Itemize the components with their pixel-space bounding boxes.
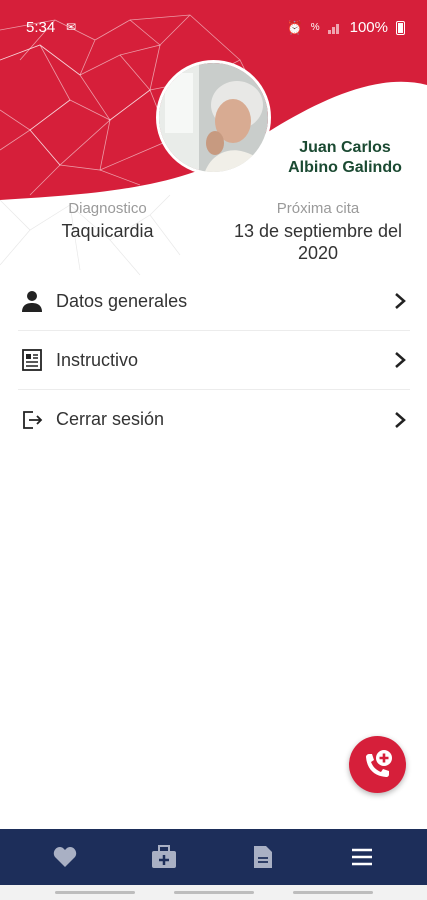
menu-item-label: Instructivo	[56, 349, 139, 370]
bottom-navigation	[0, 829, 427, 885]
battery-percent: 100%	[349, 19, 388, 36]
phone-plus-icon	[365, 749, 392, 777]
user-name: Juan Carlos Albino Galindo	[270, 138, 420, 178]
system-indicator	[174, 891, 254, 894]
diagnosis-value: Taquicardia	[61, 221, 154, 241]
nav-medical[interactable]	[134, 829, 194, 885]
appointment-year: 2020	[297, 243, 339, 263]
signal-icon	[327, 22, 342, 34]
system-gesture-bar	[0, 885, 427, 900]
user-first-name: Juan Carlos	[299, 139, 391, 156]
chevron-right-icon	[390, 410, 410, 430]
chevron-right-icon	[390, 291, 410, 311]
appointment-section: Próxima cita 13 de septiembre del 2020	[218, 200, 418, 264]
battery-icon	[396, 20, 405, 35]
person-icon	[18, 287, 46, 315]
menu-icon	[351, 848, 372, 866]
menu-item-cerrar-sesion[interactable]: Cerrar sesión	[18, 390, 410, 449]
appointment-date: 13 de septiembre del	[233, 221, 403, 241]
document-icon	[18, 346, 46, 374]
status-time: 5:34	[26, 19, 56, 36]
system-indicator	[293, 891, 373, 894]
alarm-icon: ⏰	[286, 19, 303, 35]
nav-home[interactable]	[35, 829, 95, 885]
menu-item-label: Cerrar sesión	[56, 409, 165, 429]
nav-menu[interactable]	[332, 829, 392, 885]
menu-item-instructivo[interactable]: Instructivo	[18, 331, 410, 390]
chevron-right-icon	[390, 350, 410, 370]
nav-documents[interactable]	[233, 829, 293, 885]
user-last-name: Albino Galindo	[288, 159, 402, 176]
profile-menu: Datos generales Instructivo Cerrar sesió…	[18, 272, 410, 449]
heart-icon	[54, 847, 77, 867]
logout-icon	[18, 406, 46, 434]
emergency-call-button[interactable]	[349, 736, 406, 793]
notification-icon: ✉	[66, 20, 77, 34]
menu-item-label: Datos generales	[56, 290, 188, 311]
appointment-value: 13 de septiembre del 2020	[218, 220, 418, 264]
wifi-calling-icon: %	[310, 22, 320, 33]
appointment-label: Próxima cita	[276, 200, 360, 217]
medical-bag-icon	[152, 845, 177, 868]
status-bar: 5:34 ✉ ⏰ % 100%	[0, 0, 427, 48]
diagnosis-section: Diagnostico Taquicardia	[40, 200, 175, 242]
menu-item-datos-generales[interactable]: Datos generales	[18, 272, 410, 331]
diagnosis-label: Diagnostico	[68, 200, 147, 217]
avatar[interactable]	[156, 60, 271, 175]
system-indicator	[55, 891, 135, 894]
file-icon	[253, 846, 272, 868]
